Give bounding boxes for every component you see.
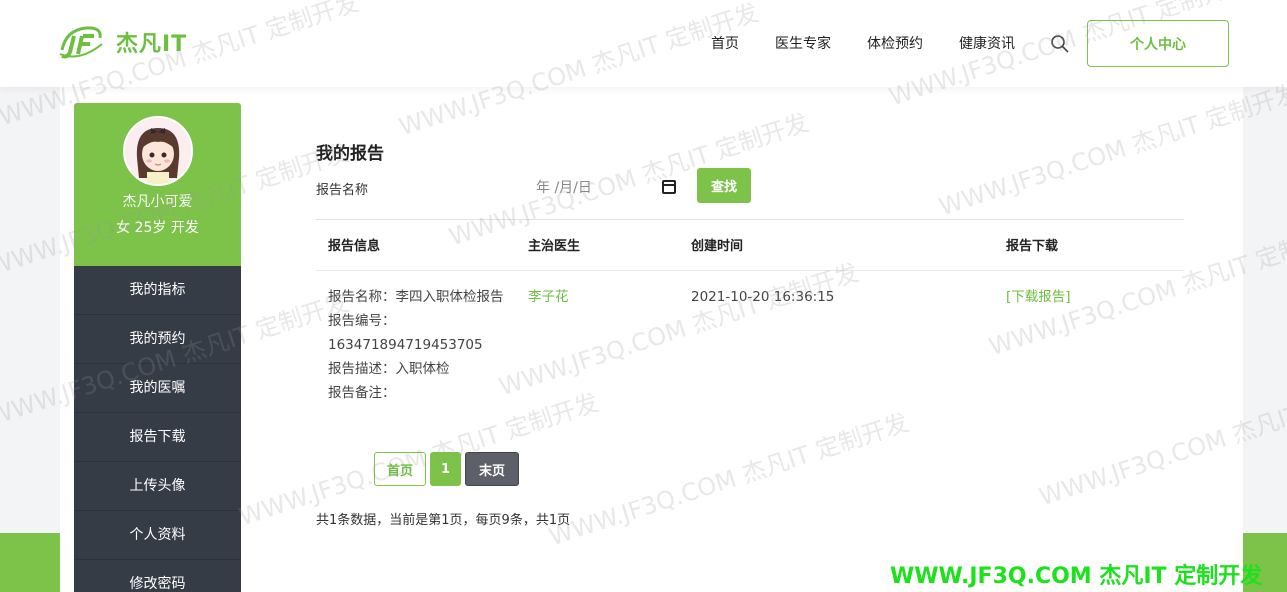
profile-info: 女 25岁 开发 — [116, 220, 199, 236]
nav-doctors[interactable]: 医生专家 — [775, 33, 831, 53]
search-button[interactable]: 查找 — [697, 168, 751, 203]
watermark-footer: WWW.JF3Q.COM 杰凡IT 定制开发 — [890, 564, 1263, 589]
avatar[interactable] — [122, 116, 193, 186]
created-time-cell: 2021-10-20 16:36:15 — [691, 288, 835, 305]
pagination-last-button[interactable]: 末页 — [465, 452, 519, 486]
site-logo[interactable]: 杰凡IT — [56, 22, 187, 62]
date-placeholder: 年 /月/日 — [536, 180, 592, 196]
report-info-cell: 报告名称：李四入职体检报告 报告编号：163471894719453705 报告… — [316, 270, 516, 405]
main-nav: 首页 医生专家 体检预约 健康资讯 — [711, 33, 1015, 53]
calendar-icon[interactable] — [662, 180, 676, 194]
profile-name: 杰凡小可爱 — [122, 194, 193, 210]
pagination-current-page[interactable]: 1 — [430, 452, 461, 486]
table-header-row: 报告信息 主治医生 创建时间 报告下载 — [316, 220, 1184, 271]
column-header-report-info: 报告信息 — [316, 220, 516, 271]
page-title: 我的报告 — [316, 144, 384, 164]
nav-home[interactable]: 首页 — [711, 33, 739, 53]
report-name: 报告名称：李四入职体检报告 — [328, 288, 504, 305]
sidebar-menu: 我的指标 我的预约 我的医嘱 报告下载 上传头像 个人资料 修改密码 — [74, 266, 241, 592]
search-icon[interactable] — [1050, 34, 1070, 54]
pagination-first-button[interactable]: 首页 — [374, 452, 426, 486]
column-header-created: 创建时间 — [679, 220, 994, 271]
profile-panel: 杰凡小可爱 女 25岁 开发 — [74, 103, 241, 266]
doctor-cell: 李子花 — [516, 270, 679, 405]
logo-text: 杰凡IT — [116, 32, 188, 57]
report-remark: 报告备注： — [328, 384, 396, 401]
filter-row: 报告名称 年 /月/日 查找 — [316, 168, 1184, 220]
nav-checkup-booking[interactable]: 体检预约 — [867, 33, 923, 53]
user-center-button[interactable]: 个人中心 — [1087, 20, 1229, 67]
download-report-link[interactable]: [下载报告] — [1006, 289, 1071, 305]
sidebar-item-report-download[interactable]: 报告下载 — [74, 413, 241, 462]
site-header: 杰凡IT 首页 医生专家 体检预约 健康资讯 个人中心 — [0, 0, 1287, 87]
logo-mark-icon — [59, 26, 103, 59]
sidebar-item-change-password[interactable]: 修改密码 — [74, 560, 241, 592]
report-content: 我的报告 报告名称 年 /月/日 查找 报告信息 主治医生 创建时间 报告下载 … — [316, 103, 1184, 528]
column-header-doctor: 主治医生 — [516, 220, 679, 271]
nav-health-news[interactable]: 健康资讯 — [959, 33, 1015, 53]
column-header-download: 报告下载 — [994, 220, 1184, 271]
date-input[interactable]: 年 /月/日 — [534, 174, 676, 200]
avatar-girl-icon — [124, 118, 191, 184]
sidebar-item-profile[interactable]: 个人资料 — [74, 511, 241, 560]
sidebar-item-my-appointments[interactable]: 我的预约 — [74, 315, 241, 364]
table-row: 报告名称：李四入职体检报告 报告编号：163471894719453705 报告… — [316, 270, 1184, 405]
sidebar: 杰凡小可爱 女 25岁 开发 我的指标 我的预约 我的医嘱 报告下载 上传头像 … — [74, 103, 241, 592]
sidebar-item-my-orders[interactable]: 我的医嘱 — [74, 364, 241, 413]
report-table: 报告信息 主治医生 创建时间 报告下载 报告名称：李四入职体检报告 报告编号：1… — [316, 220, 1184, 405]
sidebar-item-my-indicators[interactable]: 我的指标 — [74, 266, 241, 315]
doctor-link[interactable]: 李子花 — [528, 289, 569, 305]
report-description: 报告描述：入职体检 — [328, 360, 450, 377]
pagination: 首页 1 末页 — [374, 452, 519, 486]
report-name-label: 报告名称 — [316, 183, 369, 198]
report-number: 报告编号：163471894719453705 — [328, 312, 483, 353]
sidebar-item-upload-avatar[interactable]: 上传头像 — [74, 462, 241, 511]
pagination-summary: 共1条数据，当前是第1页，每页9条，共1页 — [316, 513, 571, 528]
download-cell: [下载报告] — [994, 270, 1184, 405]
